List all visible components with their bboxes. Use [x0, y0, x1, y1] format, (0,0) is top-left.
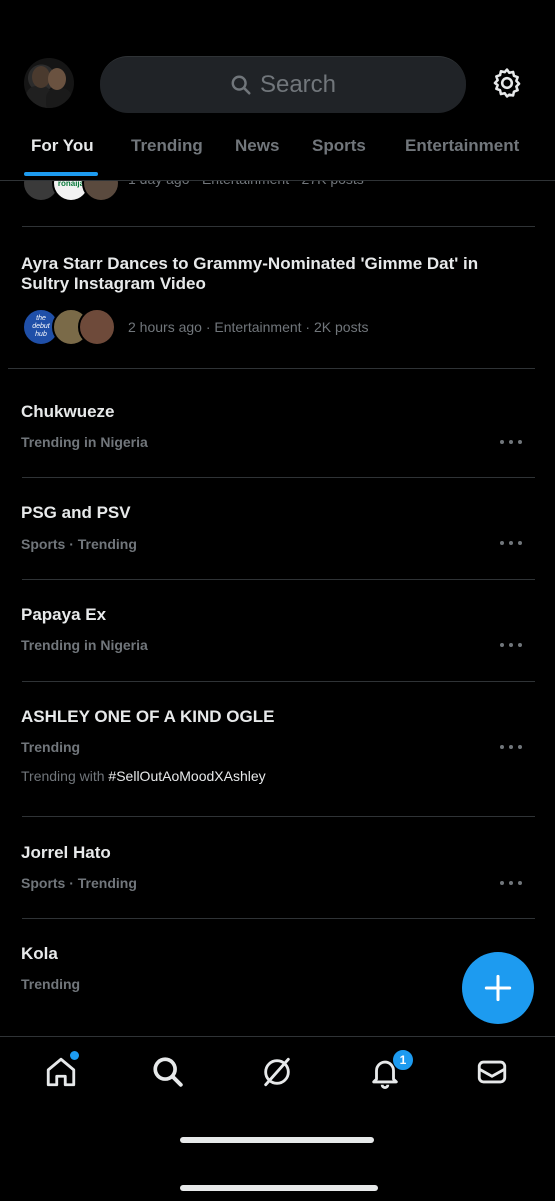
- top-header: Search For You Trending News Sports Ente…: [0, 0, 555, 181]
- trend-item[interactable]: Jorrel Hato Sports · Trending: [0, 817, 555, 918]
- trend-hashtag[interactable]: #SellOutAoMoodXAshley: [108, 768, 265, 784]
- bottom-navigation: 1: [0, 1036, 555, 1201]
- trend-context: Trending: [21, 976, 81, 992]
- search-bar[interactable]: Search: [100, 56, 466, 113]
- trend-context: Sports · Trending: [21, 875, 137, 891]
- trend-title: ASHLEY ONE OF A KIND OGLE: [21, 707, 275, 726]
- tab-entertainment[interactable]: Entertainment: [405, 136, 519, 156]
- compose-button[interactable]: [462, 952, 534, 1024]
- more-options-icon[interactable]: [500, 440, 522, 446]
- search-placeholder: Search: [259, 71, 337, 98]
- trend-context: Trending in Nigeria: [21, 434, 148, 450]
- settings-gear-icon[interactable]: [490, 66, 524, 100]
- trend-context: Trending: [21, 739, 81, 755]
- search-icon: [231, 75, 251, 95]
- more-options-icon[interactable]: [500, 881, 522, 887]
- home-indicator-secondary: [180, 1185, 378, 1191]
- trend-item[interactable]: Chukwueze Trending in Nigeria: [0, 369, 555, 477]
- profile-avatar[interactable]: [24, 58, 74, 108]
- news-title: Ayra Starr Dances to Grammy-Nominated 'G…: [21, 254, 479, 293]
- more-options-icon[interactable]: [500, 745, 522, 751]
- grok-icon[interactable]: [260, 1055, 294, 1089]
- trend-item[interactable]: ASHLEY ONE OF A KIND OGLE Trending Trend…: [0, 682, 555, 816]
- tab-news[interactable]: News: [235, 136, 279, 156]
- trend-title: PSG and PSV: [21, 503, 131, 522]
- news-meta: 2 hours ago · Entertainment · 2K posts: [128, 319, 369, 335]
- notifications-badge: 1: [392, 1049, 414, 1071]
- trend-title: Papaya Ex: [21, 605, 107, 624]
- home-icon[interactable]: [44, 1055, 78, 1089]
- trend-title: Jorrel Hato: [21, 843, 111, 862]
- home-indicator: [180, 1137, 374, 1143]
- search-icon[interactable]: [151, 1055, 185, 1089]
- news-item-partial[interactable]: ronaija 1 day ago · Entertainment · 27K …: [0, 164, 555, 226]
- trend-title: Chukwueze: [21, 402, 115, 421]
- plus-icon: [484, 974, 512, 1002]
- trend-context: Trending in Nigeria: [21, 637, 148, 653]
- news-item[interactable]: Ayra Starr Dances to Grammy-Nominated 'G…: [0, 227, 555, 367]
- more-options-icon[interactable]: [500, 541, 522, 547]
- tab-for-you[interactable]: For You: [31, 136, 94, 156]
- home-unread-dot: [70, 1051, 79, 1060]
- more-options-icon[interactable]: [500, 643, 522, 649]
- trend-context: Sports · Trending: [21, 536, 137, 552]
- explore-tabs: For You Trending News Sports Entertainme…: [0, 126, 555, 181]
- trend-related: Trending with #SellOutAoMoodXAshley: [21, 768, 266, 784]
- tab-sports[interactable]: Sports: [312, 136, 366, 156]
- trend-item[interactable]: PSG and PSV Sports · Trending: [0, 478, 555, 579]
- mail-icon[interactable]: [475, 1055, 509, 1089]
- trend-item[interactable]: Papaya Ex Trending in Nigeria: [0, 580, 555, 681]
- tab-trending[interactable]: Trending: [131, 136, 203, 156]
- active-tab-indicator: [24, 172, 98, 176]
- trend-title: Kola: [21, 944, 58, 963]
- news-avatar-3: [78, 308, 116, 346]
